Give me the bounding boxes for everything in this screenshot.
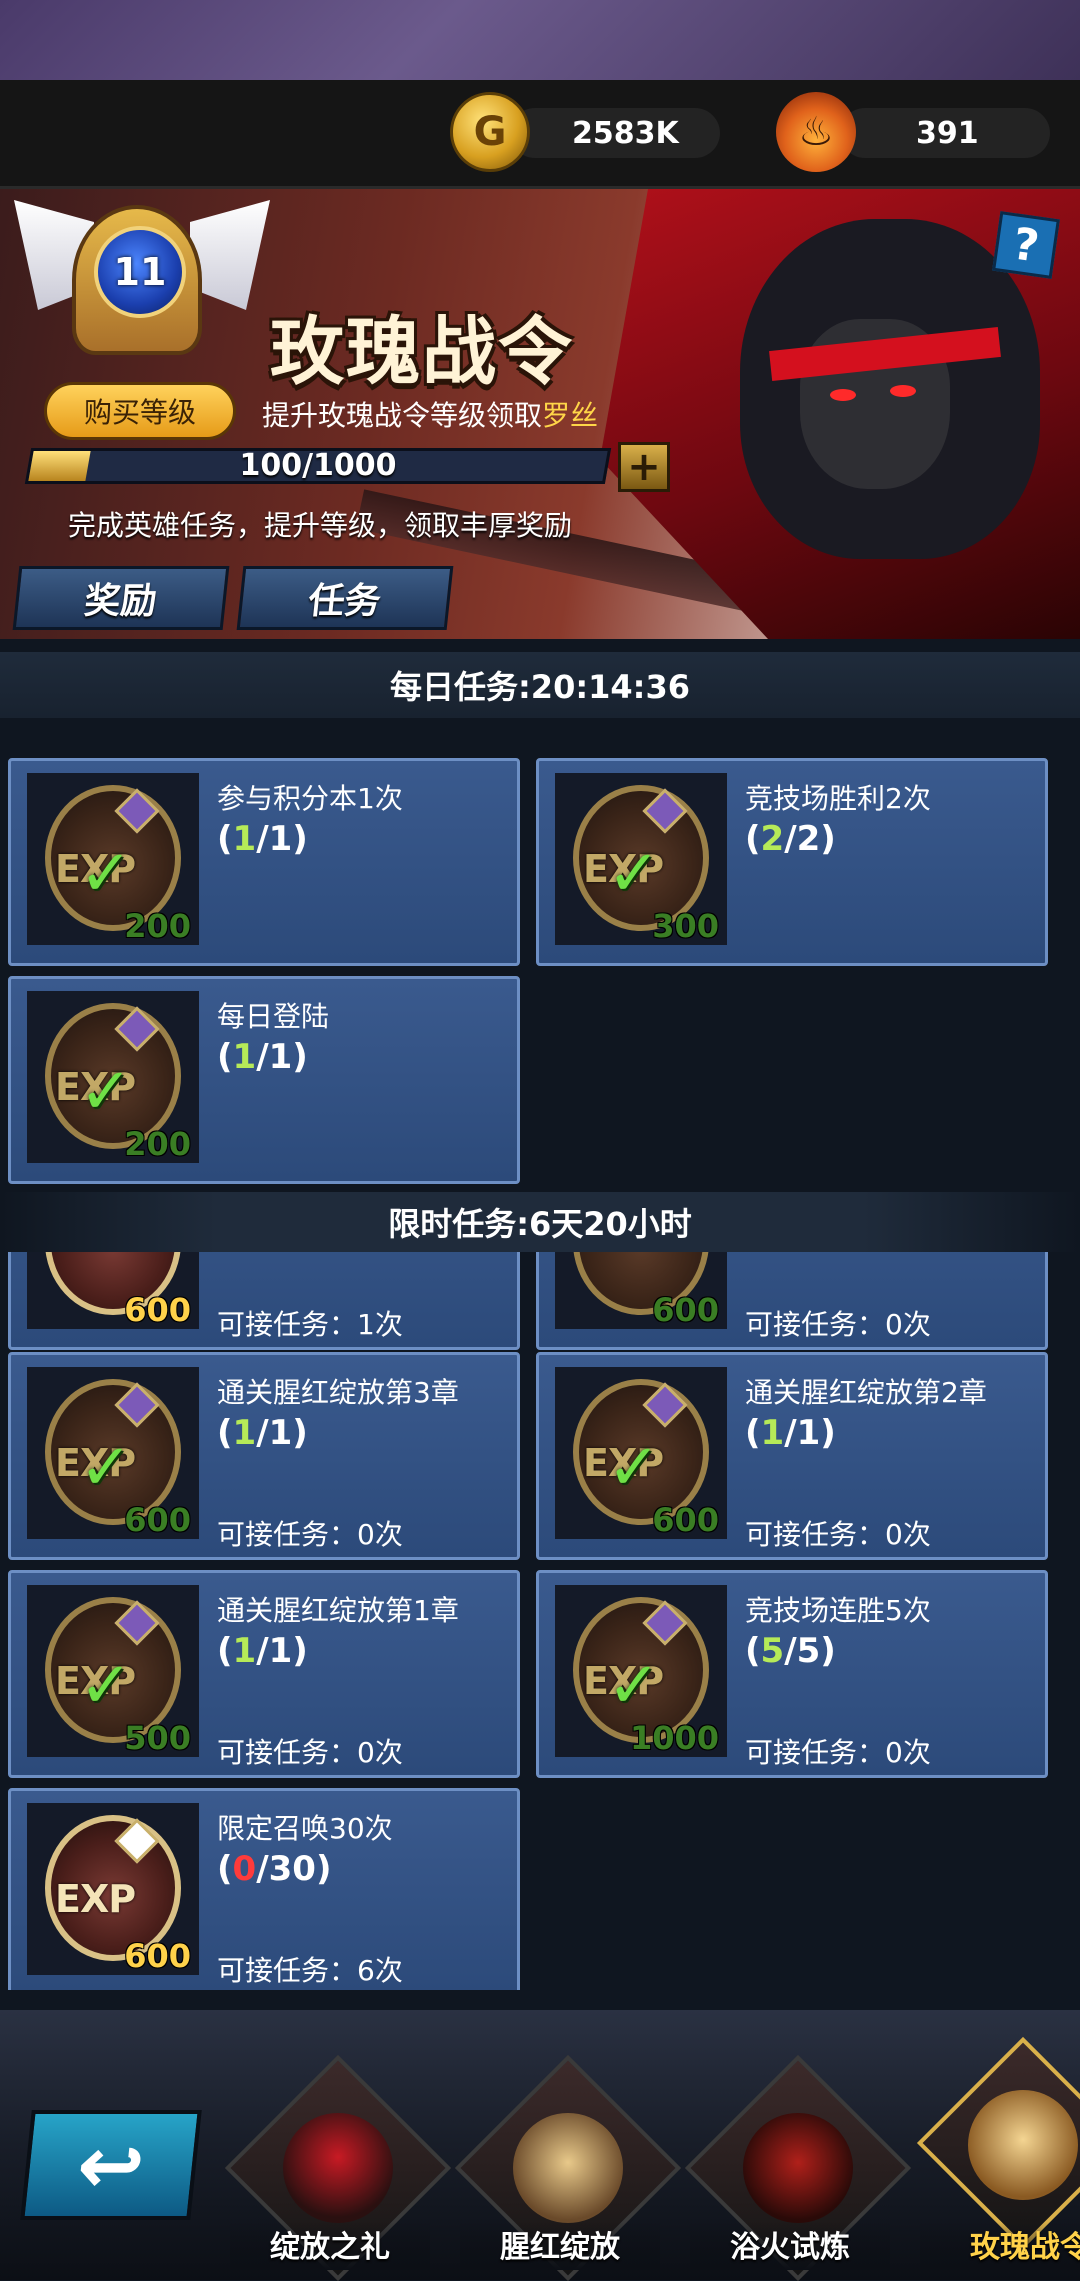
exp-reward-amount: 600 <box>124 1937 191 1975</box>
buy-level-button[interactable]: 购买等级 <box>44 382 236 440</box>
task-reward-icon: EXP ✓ 600 <box>555 1367 727 1539</box>
task-reward-icon: 600 <box>555 1252 727 1329</box>
nav-scarlet-bloom-art <box>513 2113 623 2223</box>
reward-hint: 提升玫瑰战令等级领取罗丝 <box>262 394 598 434</box>
task-name: 通关腥红绽放第1章 <box>217 1594 459 1627</box>
tab-tasks[interactable]: 任务 <box>236 566 454 630</box>
hero-eye-art <box>830 389 856 401</box>
task-progress: (1/1) <box>217 1413 308 1453</box>
exp-reward-amount: 1000 <box>629 1719 719 1757</box>
task-name: 参与积分本1次 <box>217 782 403 815</box>
task-card[interactable]: 600 可接任务：0次 <box>536 1252 1048 1350</box>
task-reward-icon: EXP ✓ 1000 <box>555 1585 727 1757</box>
level-number: 11 <box>94 226 186 318</box>
check-icon: ✓ <box>79 837 133 911</box>
task-name: 竞技场胜利2次 <box>745 782 931 815</box>
exp-reward-amount: 500 <box>124 1719 191 1757</box>
accept-count: 可接任务：6次 <box>217 1954 403 1987</box>
accept-count: 可接任务：0次 <box>217 1518 403 1551</box>
nav-label-fire-trial: 浴火试炼 <box>690 2222 890 2270</box>
battle-pass-title: 玫瑰战令 <box>270 309 574 395</box>
task-progress: (2/2) <box>745 819 836 859</box>
task-progress: (1/1) <box>217 1631 308 1671</box>
nav-fire-trial-art <box>743 2113 853 2223</box>
task-card[interactable]: EXP ✓ 500 通关腥红绽放第1章 (1/1) 可接任务：0次 <box>8 1570 520 1778</box>
check-icon: ✓ <box>79 1431 133 1505</box>
exp-reward-amount: 600 <box>652 1501 719 1539</box>
exp-reward-amount: 300 <box>652 907 719 945</box>
task-card[interactable]: EXP ✓ 600 通关腥红绽放第3章 (1/1) 可接任务：0次 <box>8 1352 520 1560</box>
task-reward-icon: EXP ✓ 300 <box>555 773 727 945</box>
task-progress: (1/1) <box>745 1413 836 1453</box>
daily-tasks-header: 每日任务:20:14:36 <box>0 652 1080 718</box>
energy-amount: 391 <box>916 116 979 151</box>
tab-rewards[interactable]: 奖励 <box>12 566 230 630</box>
check-icon: ✓ <box>79 1649 133 1723</box>
exp-reward-amount: 600 <box>124 1291 191 1329</box>
level-progress-text: 100/1000 <box>239 448 397 483</box>
task-reward-icon: EXP 600 <box>27 1803 199 1975</box>
task-card[interactable]: EXP ✓ 200 每日登陆 (1/1) <box>8 976 520 1184</box>
nav-label-bloom-gift: 绽放之礼 <box>230 2222 430 2270</box>
task-name: 通关腥红绽放第2章 <box>745 1376 987 1409</box>
check-icon: ✓ <box>607 1431 661 1505</box>
task-name: 每日登陆 <box>217 1000 330 1033</box>
task-card[interactable]: 600 可接任务：1次 <box>8 1252 520 1350</box>
task-reward-icon: EXP ✓ 200 <box>27 991 199 1163</box>
task-card[interactable]: EXP ✓ 1000 竞技场连胜5次 (5/5) 可接任务：0次 <box>536 1570 1048 1778</box>
task-card[interactable]: EXP ✓ 200 参与积分本1次 (1/1) <box>8 758 520 966</box>
task-reward-icon: 600 <box>27 1252 199 1329</box>
check-icon: ✓ <box>607 837 661 911</box>
nav-label-scarlet-bloom: 腥红绽放 <box>460 2222 660 2270</box>
exp-label: EXP <box>55 1877 136 1921</box>
task-card[interactable]: EXP ✓ 300 竞技场胜利2次 (2/2) <box>536 758 1048 966</box>
task-reward-icon: EXP ✓ 600 <box>27 1367 199 1539</box>
task-reward-icon: EXP ✓ 200 <box>27 773 199 945</box>
energy-icon: ♨ <box>776 92 856 172</box>
limited-tasks-header: 限时任务:6天20小时 <box>0 1192 1080 1252</box>
check-icon: ✓ <box>79 1055 133 1129</box>
nav-bloom-gift-art <box>283 2113 393 2223</box>
nav-label-rose-pass: 玫瑰战令 <box>920 2222 1080 2270</box>
gold-amount: 2583K <box>572 116 679 151</box>
task-name: 通关腥红绽放第3章 <box>217 1376 459 1409</box>
exp-reward-amount: 200 <box>124 907 191 945</box>
banner-description: 完成英雄任务，提升等级，领取丰厚奖励 <box>68 509 573 542</box>
task-card[interactable]: EXP ✓ 600 通关腥红绽放第2章 (1/1) 可接任务：0次 <box>536 1352 1048 1560</box>
back-button[interactable]: ↩ <box>20 2110 202 2220</box>
nav-rose-pass-art <box>968 2090 1078 2200</box>
top-decor-strip <box>0 0 1080 80</box>
task-name: 限定召唤30次 <box>217 1812 393 1845</box>
reward-hint-text: 提升玫瑰战令等级领取 <box>262 399 543 432</box>
task-name: 竞技场连胜5次 <box>745 1594 931 1627</box>
task-reward-icon: EXP ✓ 500 <box>27 1585 199 1757</box>
accept-count: 可接任务：0次 <box>745 1736 931 1769</box>
accept-count: 可接任务：0次 <box>217 1736 403 1769</box>
reward-hero-name: 罗丝 <box>542 399 599 432</box>
check-icon: ✓ <box>607 1649 661 1723</box>
task-card[interactable]: EXP 600 限定召唤30次 (0/30) 可接任务：6次 <box>8 1788 520 1990</box>
exp-reward-amount: 600 <box>652 1291 719 1329</box>
exp-reward-amount: 600 <box>124 1501 191 1539</box>
help-button[interactable]: ? <box>992 211 1060 279</box>
add-exp-button[interactable]: + <box>618 442 670 492</box>
task-progress: (0/30) <box>217 1849 332 1889</box>
exp-reward-amount: 200 <box>124 1125 191 1163</box>
accept-count: 可接任务：0次 <box>745 1518 931 1551</box>
currency-bar: G 2583K ♨ 391 <box>0 80 1080 189</box>
task-progress: (5/5) <box>745 1631 836 1671</box>
gold-coin-icon: G <box>450 92 530 172</box>
accept-count: 可接任务：0次 <box>745 1308 931 1341</box>
task-progress: (1/1) <box>217 819 308 859</box>
accept-count: 可接任务：1次 <box>217 1308 403 1341</box>
limited-tasks-list[interactable]: 600 可接任务：1次 600 可接任务：0次 EXP ✓ 600 通关腥红绽放… <box>0 1252 1080 1990</box>
hero-eye-art <box>890 385 916 397</box>
task-progress: (1/1) <box>217 1037 308 1077</box>
